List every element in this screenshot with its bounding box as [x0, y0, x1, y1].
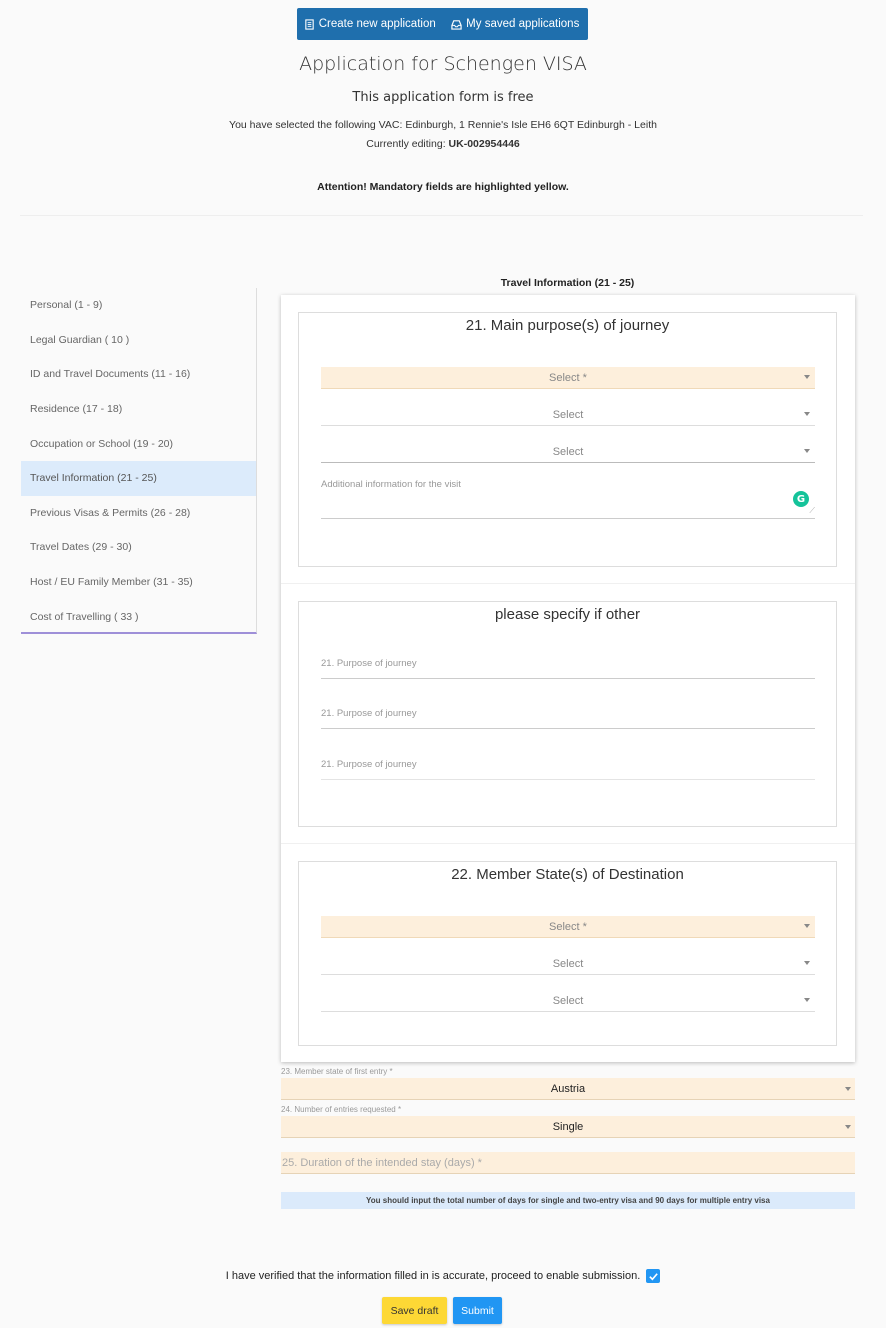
submit-button[interactable]: Submit	[453, 1297, 502, 1324]
duration-placeholder: 25. Duration of the intended stay (days)…	[282, 1156, 482, 1169]
verify-row: I have verified that the information fil…	[0, 1269, 886, 1283]
destination-panel: 22. Member State(s) of Destination Selec…	[298, 861, 837, 1046]
form-card: 21. Main purpose(s) of journey Select * …	[281, 295, 855, 1062]
sidebar-item-travel-information[interactable]: Travel Information (21 - 25)	[21, 460, 256, 496]
first-entry-value: Austria	[550, 1082, 586, 1095]
purpose-of-journey-field-1[interactable]: 21. Purpose of journey	[321, 658, 815, 679]
other-purpose-panel: please specify if other 21. Purpose of j…	[298, 601, 837, 827]
purpose-of-journey-placeholder-2: 21. Purpose of journey	[321, 708, 417, 719]
entries-select[interactable]: Single	[281, 1116, 855, 1138]
currently-editing: Currently editing: UK-002954446	[0, 138, 886, 150]
purpose-select-2[interactable]: Select	[321, 441, 815, 463]
purpose-select-required-label: Select *	[549, 371, 587, 384]
additional-info-textarea[interactable]: Additional information for the visit G ⟋	[321, 479, 815, 519]
first-entry-select[interactable]: Austria	[281, 1078, 855, 1100]
purpose-of-journey-field-3[interactable]: 21. Purpose of journey	[321, 759, 815, 780]
chevron-down-icon	[804, 375, 810, 379]
my-saved-applications-label: My saved applications	[466, 18, 580, 30]
purpose-of-journey-placeholder-1: 21. Purpose of journey	[321, 658, 417, 669]
grammarly-icon[interactable]: G	[793, 491, 809, 507]
other-purpose-heading: please specify if other	[494, 606, 641, 623]
purpose-heading: 21. Main purpose(s) of journey	[465, 317, 670, 334]
destination-select-1[interactable]: Select	[321, 953, 815, 975]
purpose-panel: 21. Main purpose(s) of journey Select * …	[298, 312, 837, 567]
editing-label: Currently editing:	[366, 138, 446, 150]
purpose-of-journey-placeholder-3: 21. Purpose of journey	[321, 759, 417, 770]
destination-select-required-label: Select *	[549, 920, 587, 933]
vac-text: You have selected the following VAC: Edi…	[229, 119, 657, 131]
chevron-down-icon	[804, 924, 810, 928]
entries-value: Single	[552, 1120, 584, 1133]
top-action-bar: Create new application My saved applicat…	[297, 8, 588, 40]
chevron-down-icon	[804, 998, 810, 1002]
chevron-down-icon	[804, 449, 810, 453]
sidebar-item-personal[interactable]: Personal (1 - 9)	[21, 288, 256, 323]
divider	[20, 215, 863, 216]
resize-handle-icon[interactable]: ⟋	[809, 506, 815, 516]
chevron-down-icon	[804, 412, 810, 416]
sidebar-item-cost-of-travelling[interactable]: Cost of Travelling ( 33 )	[21, 599, 256, 634]
document-icon	[305, 18, 314, 30]
purpose-select-1-label: Select	[552, 408, 584, 421]
purpose-select-required[interactable]: Select *	[321, 367, 815, 389]
destination-select-2[interactable]: Select	[321, 990, 815, 1012]
page-title: Application for Schengen VISA	[299, 53, 587, 75]
editing-id: UK-002954446	[448, 138, 520, 150]
chevron-down-icon	[804, 961, 810, 965]
destination-heading: 22. Member State(s) of Destination	[451, 866, 684, 883]
page-subtitle: This application form is free	[352, 90, 534, 105]
my-saved-applications-button[interactable]: My saved applications	[443, 8, 589, 40]
destination-select-1-label: Select	[552, 957, 584, 970]
create-new-application-label: Create new application	[318, 18, 436, 30]
sidebar-item-legal-guardian[interactable]: Legal Guardian ( 10 )	[21, 323, 256, 358]
verify-text: I have verified that the information fil…	[225, 1270, 641, 1282]
panel-separator	[281, 843, 855, 844]
additional-info-placeholder: Additional information for the visit	[321, 479, 461, 490]
chevron-down-icon	[845, 1125, 851, 1129]
purpose-of-journey-field-2[interactable]: 21. Purpose of journey	[321, 708, 815, 729]
save-draft-button[interactable]: Save draft	[382, 1297, 447, 1324]
purpose-select-1[interactable]: Select	[321, 404, 815, 426]
attention-notice: Attention! Mandatory fields are highligh…	[317, 181, 569, 193]
sidebar-item-occupation[interactable]: Occupation or School (19 - 20)	[21, 426, 256, 461]
sidebar-item-travel-dates[interactable]: Travel Dates (29 - 30)	[21, 530, 256, 565]
entries-label: 24. Number of entries requested *	[281, 1105, 402, 1114]
chevron-down-icon	[845, 1087, 851, 1091]
sidebar-item-previous-visas[interactable]: Previous Visas & Permits (26 - 28)	[21, 496, 256, 531]
destination-select-2-label: Select	[552, 994, 584, 1007]
info-banner: You should input the total number of day…	[281, 1192, 855, 1209]
checkmark-icon	[649, 1272, 658, 1280]
first-entry-label: 23. Member state of first entry *	[281, 1067, 393, 1076]
create-new-application-button[interactable]: Create new application	[297, 8, 443, 40]
section-title: Travel Information (21 - 25)	[500, 277, 635, 289]
destination-select-required[interactable]: Select *	[321, 916, 815, 938]
purpose-select-2-label: Select	[552, 445, 584, 458]
panel-separator	[281, 583, 855, 584]
section-sidebar: Personal (1 - 9) Legal Guardian ( 10 ) I…	[21, 288, 257, 634]
sidebar-item-host[interactable]: Host / EU Family Member (31 - 35)	[21, 565, 256, 600]
sidebar-item-residence[interactable]: Residence (17 - 18)	[21, 392, 256, 427]
sidebar-item-id-travel-documents[interactable]: ID and Travel Documents (11 - 16)	[21, 357, 256, 392]
inbox-icon	[451, 19, 462, 30]
duration-input[interactable]: 25. Duration of the intended stay (days)…	[281, 1152, 855, 1174]
verify-checkbox[interactable]	[646, 1269, 661, 1283]
